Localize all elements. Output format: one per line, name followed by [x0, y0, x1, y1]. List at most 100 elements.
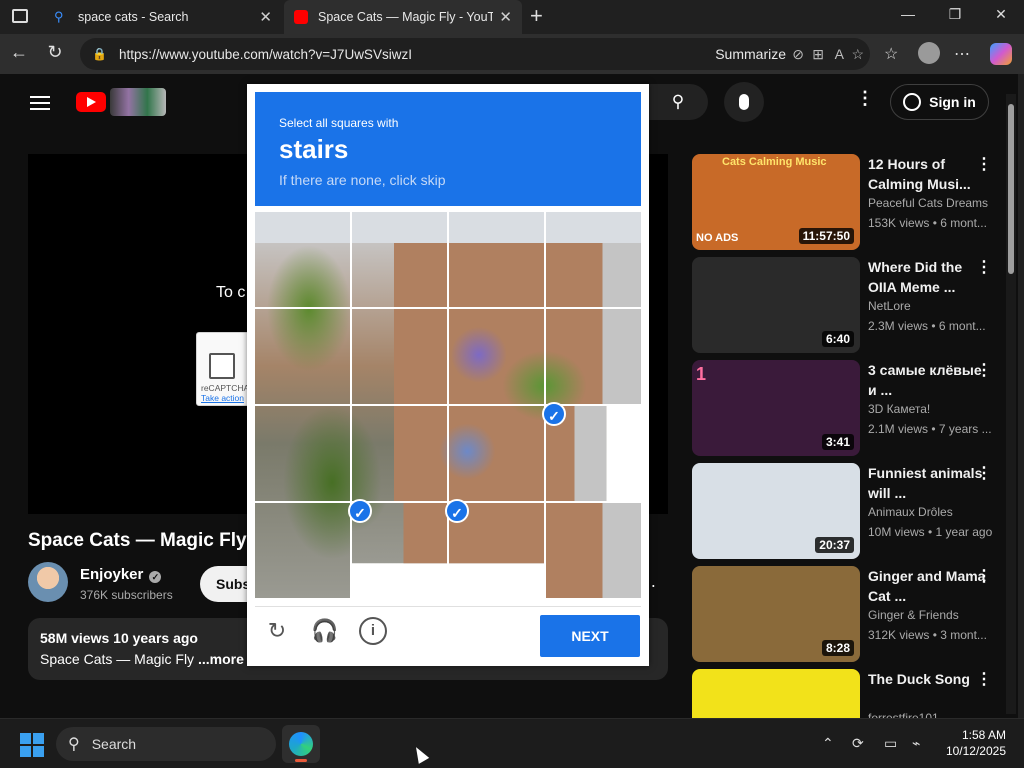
favorites-icon[interactable]: ☆ — [884, 44, 898, 64]
recommendation-title[interactable]: 12 Hours of Calming Musi... — [868, 154, 986, 194]
clock[interactable]: 1:58 AM 10/12/2025 — [940, 727, 1006, 759]
browser-tab-bar: ⚲ space cats - Search ✕ Space Cats — Mag… — [0, 0, 1024, 34]
new-tab-button[interactable]: + — [530, 3, 543, 29]
recommendation-channel[interactable]: 3D Камета! — [868, 402, 930, 416]
read-aloud-icon[interactable]: A — [835, 46, 844, 62]
recommendation-title[interactable]: Funniest animals will ... — [868, 463, 986, 503]
taskbar-search[interactable]: ⚲ Search — [56, 727, 276, 761]
recommendation-title[interactable]: Where Did the OIIA Meme ... — [868, 257, 986, 297]
tab-search[interactable]: ⚲ space cats - Search ✕ — [44, 0, 282, 34]
display-icon[interactable]: ▭ — [884, 735, 897, 752]
extension-icon[interactable]: ⊘ — [792, 46, 804, 63]
recommendation-item[interactable]: 6:40 Where Did the OIIA Meme ... NetLore… — [692, 257, 1002, 353]
close-window-button[interactable]: ✕ — [986, 6, 1016, 23]
recommendation-meta: 153K views • 6 mont... — [868, 216, 987, 230]
description-more-link[interactable]: ...more — [198, 651, 244, 667]
recommendation-menu-icon[interactable]: ⋮ — [976, 566, 992, 586]
close-tab-icon[interactable]: ✕ — [259, 8, 272, 26]
clock-date: 10/12/2025 — [945, 744, 1006, 758]
summarize-button[interactable]: Summarize — [715, 46, 786, 62]
app-available-icon[interactable]: ⊞ — [812, 46, 824, 63]
video-thumbnail[interactable] — [692, 669, 860, 718]
video-thumbnail[interactable]: 1 3:41 — [692, 360, 860, 456]
recommendation-menu-icon[interactable]: ⋮ — [976, 463, 992, 483]
captcha-tile[interactable] — [255, 503, 350, 598]
recommendation-channel[interactable]: forrestfire101 — [868, 711, 939, 718]
recommendation-menu-icon[interactable]: ⋮ — [976, 669, 992, 689]
captcha-tile[interactable] — [352, 212, 447, 307]
more-options-icon[interactable]: ⋯ — [954, 44, 970, 64]
sync-icon[interactable]: ⟳ — [852, 735, 864, 752]
recommendation-channel[interactable]: Ginger & Friends — [868, 608, 959, 622]
tile-image — [255, 309, 350, 404]
scrollbar-thumb[interactable] — [1008, 104, 1014, 274]
recommendation-item[interactable]: 20:37 Funniest animals will ... Animaux … — [692, 463, 1002, 559]
channel-name[interactable]: Enjoyker ✓ — [80, 566, 162, 583]
recommendation-menu-icon[interactable]: ⋮ — [976, 257, 992, 277]
captcha-tile[interactable] — [449, 406, 544, 501]
reload-icon[interactable]: ↻ — [263, 617, 291, 645]
tab-actions-icon[interactable] — [12, 9, 28, 23]
back-button[interactable]: ← — [6, 42, 32, 63]
search-icon[interactable]: ⚲ — [648, 84, 708, 120]
challenge-image-grid: ✓ ✓ ✓ — [255, 212, 641, 598]
recommendation-item[interactable]: 1 3:41 3 самые клёвые и ... 3D Камета! 2… — [692, 360, 1002, 456]
captcha-tile[interactable] — [352, 406, 447, 501]
next-button[interactable]: NEXT — [540, 615, 640, 657]
profile-avatar[interactable] — [918, 42, 940, 64]
info-icon[interactable]: i — [359, 617, 387, 645]
captcha-tile[interactable] — [449, 212, 544, 307]
video-thumbnail[interactable]: Cats Calming Music NO ADS 11:57:50 — [692, 154, 860, 250]
captcha-tile[interactable] — [255, 406, 350, 501]
recommendation-title[interactable]: The Duck Song — [868, 669, 986, 689]
tile-image — [352, 309, 447, 404]
captcha-tile[interactable] — [255, 309, 350, 404]
recommendation-title[interactable]: 3 самые клёвые и ... — [868, 360, 986, 400]
tile-image — [352, 406, 447, 501]
sign-in-button[interactable]: Sign in — [890, 84, 989, 120]
captcha-tile[interactable] — [255, 212, 350, 307]
video-title: Space Cats — Magic Fly — [28, 530, 247, 551]
youtube-doodle[interactable] — [110, 88, 166, 116]
recommendation-item[interactable]: 8:28 Ginger and Mama Cat ... Ginger & Fr… — [692, 566, 1002, 662]
recommendation-menu-icon[interactable]: ⋮ — [976, 360, 992, 380]
network-icon[interactable]: ⌁ — [912, 735, 920, 752]
page-scrollbar[interactable] — [1006, 94, 1016, 714]
captcha-tile[interactable] — [449, 309, 544, 404]
recommendation-channel[interactable]: NetLore — [868, 299, 911, 313]
tab-youtube[interactable]: Space Cats — Magic Fly - YouTube ✕ — [284, 0, 522, 34]
edge-taskbar-icon[interactable] — [282, 725, 320, 763]
video-thumbnail[interactable]: 20:37 — [692, 463, 860, 559]
recommendation-item[interactable]: The Duck Song forrestfire101 660M views … — [692, 669, 1002, 718]
site-info-icon[interactable]: 🔒 — [92, 47, 107, 61]
recommendation-item[interactable]: Cats Calming Music NO ADS 11:57:50 12 Hou… — [692, 154, 1002, 250]
recommendation-title[interactable]: Ginger and Mama Cat ... — [868, 566, 986, 606]
refresh-button[interactable]: ↻ — [42, 42, 68, 63]
address-bar[interactable]: 🔒 https://www.youtube.com/watch?v=J7UwSV… — [80, 38, 870, 70]
captcha-tile[interactable] — [546, 212, 641, 307]
restore-button[interactable]: ❐ — [940, 6, 970, 23]
captcha-tile[interactable] — [546, 309, 641, 404]
audio-challenge-icon[interactable]: 🎧 — [311, 617, 339, 645]
captcha-tile[interactable] — [546, 503, 641, 598]
favorite-star-icon[interactable]: ☆ — [851, 46, 864, 63]
recommendation-channel[interactable]: Peaceful Cats Dreams — [868, 196, 988, 210]
address-toolbar: ← ↻ 🔒 https://www.youtube.com/watch?v=J7… — [0, 34, 1024, 74]
recaptcha-take-action-link[interactable]: Take action — [201, 393, 244, 403]
microphone-icon[interactable] — [724, 82, 764, 122]
captcha-tile[interactable] — [352, 309, 447, 404]
settings-kebab-icon[interactable]: ⋮ — [856, 88, 874, 109]
show-hidden-icons-icon[interactable]: ⌃ — [822, 735, 834, 752]
recaptcha-checkbox[interactable] — [209, 353, 235, 379]
recommendation-channel[interactable]: Animaux Drôles — [868, 505, 953, 519]
copilot-icon[interactable] — [990, 43, 1012, 65]
channel-avatar[interactable] — [28, 562, 68, 602]
recommendation-menu-icon[interactable]: ⋮ — [976, 154, 992, 174]
video-thumbnail[interactable]: 8:28 — [692, 566, 860, 662]
youtube-logo[interactable] — [76, 92, 106, 112]
menu-icon[interactable] — [30, 92, 50, 114]
windows-start-icon[interactable] — [20, 733, 44, 757]
video-thumbnail[interactable]: 6:40 — [692, 257, 860, 353]
minimize-button[interactable]: — — [893, 6, 923, 22]
close-tab-icon[interactable]: ✕ — [499, 8, 512, 26]
